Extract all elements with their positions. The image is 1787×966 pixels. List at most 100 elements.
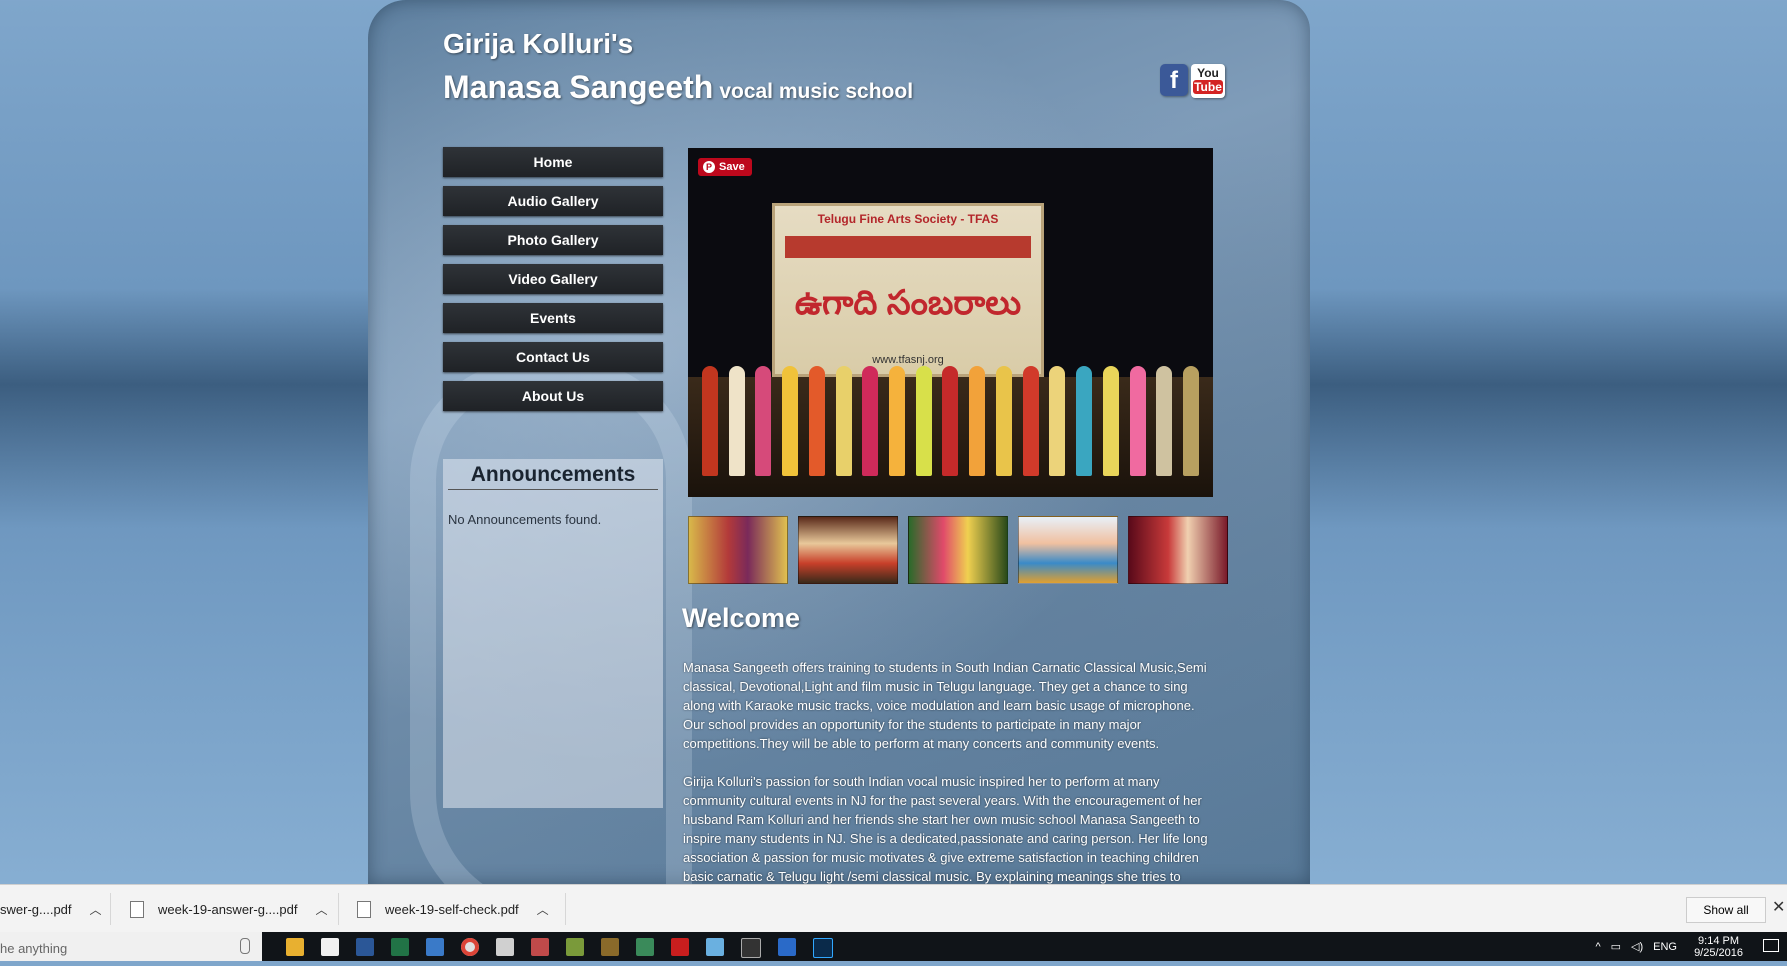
pdf-file-icon [130,900,144,918]
download-name: week-19-self-check.pdf [385,901,519,917]
welcome-body: Manasa Sangeeth offers training to stude… [683,658,1218,905]
banner-top-text: Telugu Fine Arts Society - TFAS [817,212,999,226]
performer [969,366,986,476]
thumbnail-strip [688,516,1228,584]
nav-photo-gallery[interactable]: Photo Gallery [443,225,663,255]
snipping-tool-icon[interactable] [531,938,549,956]
acrobat-icon[interactable] [671,938,689,956]
paint-icon[interactable] [706,938,724,956]
site-header: Girija Kolluri's Manasa Sangeeth vocal mu… [443,24,913,110]
clock[interactable]: 9:14 PM 9/25/2016 [1694,935,1743,959]
chevron-up-icon[interactable]: ︿ [90,901,102,918]
announcements-empty-text: No Announcements found. [448,512,602,527]
thumbnail-1[interactable] [688,516,788,584]
nav-home[interactable]: Home [443,147,663,177]
performers-group [702,366,1199,476]
performer [728,366,745,476]
performer [1182,366,1199,476]
word-icon[interactable] [356,938,374,956]
chevron-up-icon[interactable]: ︿ [315,901,327,918]
performer [942,366,959,476]
notepad-icon[interactable] [566,938,584,956]
download-name: swer-g....pdf [0,901,72,917]
announcements-box: Announcements No Announcements found. [443,459,663,808]
performer [1102,366,1119,476]
downloads-shelf: swer-g....pdf ︿ week-19-answer-g....pdf … [0,884,1787,933]
photoshop-icon[interactable] [813,938,833,958]
shelf-divider [110,893,111,925]
hero-photo[interactable]: Telugu Fine Arts Society - TFAS ఉగాది సం… [688,148,1213,497]
thumbnail-2[interactable] [798,516,898,584]
taskbar: he anything ^ ▭ ◁) ENG 9:14 PM 9/25/2016 [0,932,1787,961]
welcome-paragraph-2: Girija Kolluri's passion for south India… [683,774,1208,884]
shelf-divider [565,893,566,925]
remote-desktop-icon[interactable] [426,938,444,956]
performer [1049,366,1066,476]
performer [835,366,852,476]
chevron-up-icon[interactable]: ^ [1595,941,1600,953]
nav-audio-gallery[interactable]: Audio Gallery [443,186,663,216]
sublime-icon[interactable] [601,938,619,956]
thumbnail-5[interactable] [1128,516,1228,584]
youtube-icon[interactable]: You Tube [1191,64,1225,98]
facebook-icon[interactable]: f [1160,64,1188,96]
taskbar-search[interactable]: he anything [0,932,262,961]
system-tray: ^ ▭ ◁) ENG [1595,932,1677,961]
youtube-icon-bottom: Tube [1193,80,1223,94]
download-item-2[interactable]: week-19-answer-g....pdf ︿ [130,885,327,933]
youtube-icon-top: You [1197,66,1219,80]
performer [915,366,932,476]
chrome-icon[interactable] [461,938,479,956]
terminal-icon[interactable] [741,938,761,958]
pdf-file-icon [357,900,371,918]
social-links: f You Tube [1160,64,1225,98]
download-item-3[interactable]: week-19-self-check.pdf ︿ [357,885,549,933]
site-title-line1[interactable]: Girija Kolluri's [443,24,913,64]
chevron-up-icon[interactable]: ︿ [537,901,549,918]
banner-url-text: www.tfasnj.org [872,354,944,366]
save-label: Save [719,161,745,173]
performer [808,366,825,476]
microphone-icon[interactable] [240,938,250,954]
site-tagline: vocal music school [719,80,914,103]
close-icon[interactable]: ✕ [1772,897,1785,917]
performer [1022,366,1039,476]
site-title-line2[interactable]: Manasa Sangeeth [443,69,713,105]
download-item-1[interactable]: swer-g....pdf ︿ [0,885,102,933]
performer [702,366,718,476]
calculator-icon[interactable] [496,938,514,956]
main-nav: Home Audio Gallery Photo Gallery Video G… [443,147,663,420]
store-icon[interactable] [321,938,339,956]
performer [1076,366,1093,476]
window-icon[interactable] [778,938,796,956]
notification-icon[interactable] [1763,939,1779,952]
pinterest-save-button[interactable]: P Save [698,158,752,176]
network-icon[interactable]: ▭ [1611,940,1621,953]
pinterest-icon: P [703,161,715,173]
performer [862,366,879,476]
announcements-heading: Announcements [448,459,658,490]
performer [995,366,1012,476]
download-name: week-19-answer-g....pdf [158,901,298,917]
nav-video-gallery[interactable]: Video Gallery [443,264,663,294]
language-indicator[interactable]: ENG [1653,941,1677,953]
performer [1129,366,1146,476]
welcome-paragraph-1: Manasa Sangeeth offers training to stude… [683,660,1207,751]
thumbnail-3[interactable] [908,516,1008,584]
excel-icon[interactable] [391,938,409,956]
file-explorer-icon[interactable] [286,938,304,956]
clock-time: 9:14 PM [1698,935,1740,947]
thumbnail-4[interactable] [1018,516,1118,584]
performer [889,366,906,476]
git-icon[interactable] [636,938,654,956]
banner-stripe [785,236,1031,258]
performer [1156,366,1173,476]
volume-icon[interactable]: ◁) [1631,940,1643,953]
performer [782,366,799,476]
nav-about-us[interactable]: About Us [443,381,663,411]
nav-contact-us[interactable]: Contact Us [443,342,663,372]
performer [755,366,772,476]
show-all-button[interactable]: Show all [1686,897,1766,923]
nav-events[interactable]: Events [443,303,663,333]
stage-banner: Telugu Fine Arts Society - TFAS ఉగాది సం… [772,203,1044,377]
